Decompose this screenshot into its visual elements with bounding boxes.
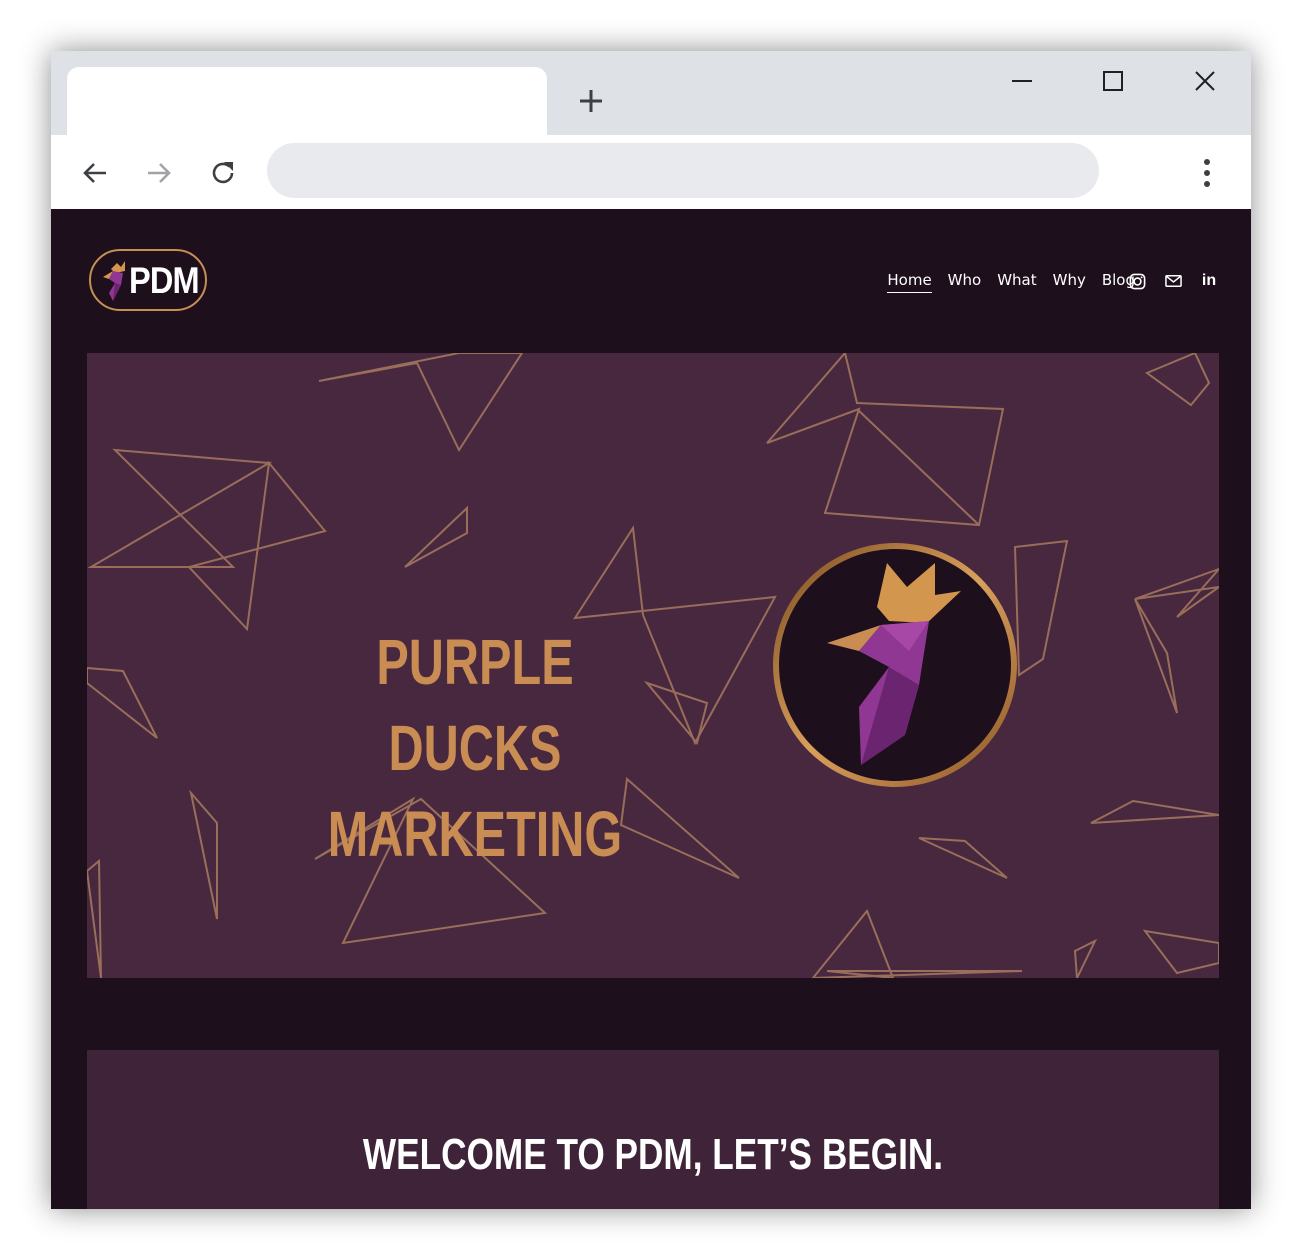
hero-title: PURPLE DUCKS MARKETING: [323, 619, 627, 877]
address-bar[interactable]: [267, 143, 1099, 198]
mail-icon: [1164, 275, 1182, 287]
logo-text: PDM: [129, 260, 200, 301]
reload-icon: [212, 162, 234, 184]
nav-what[interactable]: What: [997, 271, 1036, 293]
close-icon: [1195, 71, 1215, 91]
site-logo[interactable]: PDM: [89, 249, 207, 311]
welcome-section: WELCOME TO PDM, LET’S BEGIN.: [87, 1050, 1219, 1209]
nav-who[interactable]: Who: [948, 271, 982, 293]
kebab-menu-icon: [1204, 159, 1210, 187]
minimize-button[interactable]: [994, 61, 1050, 101]
browser-window: PDM Home Who What Why Blog in PURPLE DUC…: [51, 51, 1251, 1209]
nav-home[interactable]: Home: [887, 271, 932, 293]
hero-banner: PURPLE DUCKS MARKETING: [87, 353, 1219, 978]
new-tab-button[interactable]: [573, 83, 609, 119]
browser-menu-button[interactable]: [1187, 153, 1227, 193]
site-nav: Home Who What Why Blog: [887, 271, 1135, 293]
nav-why[interactable]: Why: [1053, 271, 1086, 293]
instagram-icon: [1129, 273, 1145, 289]
duck-emblem: [773, 543, 1017, 787]
plus-icon: [580, 90, 602, 112]
forward-arrow-icon: [148, 163, 171, 183]
browser-tab[interactable]: [67, 67, 547, 135]
forward-button[interactable]: [139, 153, 179, 193]
geometric-pattern: [87, 353, 1219, 978]
browser-toolbar: [51, 135, 1251, 210]
close-button[interactable]: [1177, 61, 1233, 101]
maximize-button[interactable]: [1085, 61, 1141, 101]
reload-button[interactable]: [203, 153, 243, 193]
maximize-icon: [1103, 71, 1123, 91]
linkedin-icon: in: [1201, 272, 1217, 289]
back-button[interactable]: [75, 153, 115, 193]
mail-link[interactable]: [1163, 271, 1183, 291]
duck-logo-icon: [103, 261, 125, 301]
instagram-link[interactable]: [1127, 271, 1147, 291]
back-arrow-icon: [83, 163, 106, 183]
welcome-heading: WELCOME TO PDM, LET’S BEGIN.: [362, 1130, 944, 1179]
hero-title-line-1: PURPLE DUCKS: [376, 626, 574, 784]
hero-title-line-2: MARKETING: [327, 798, 623, 870]
web-page: PDM Home Who What Why Blog in PURPLE DUC…: [51, 209, 1251, 1209]
minimize-icon: [1012, 80, 1032, 82]
linkedin-link[interactable]: in: [1199, 271, 1219, 291]
tab-strip: [51, 51, 1251, 135]
